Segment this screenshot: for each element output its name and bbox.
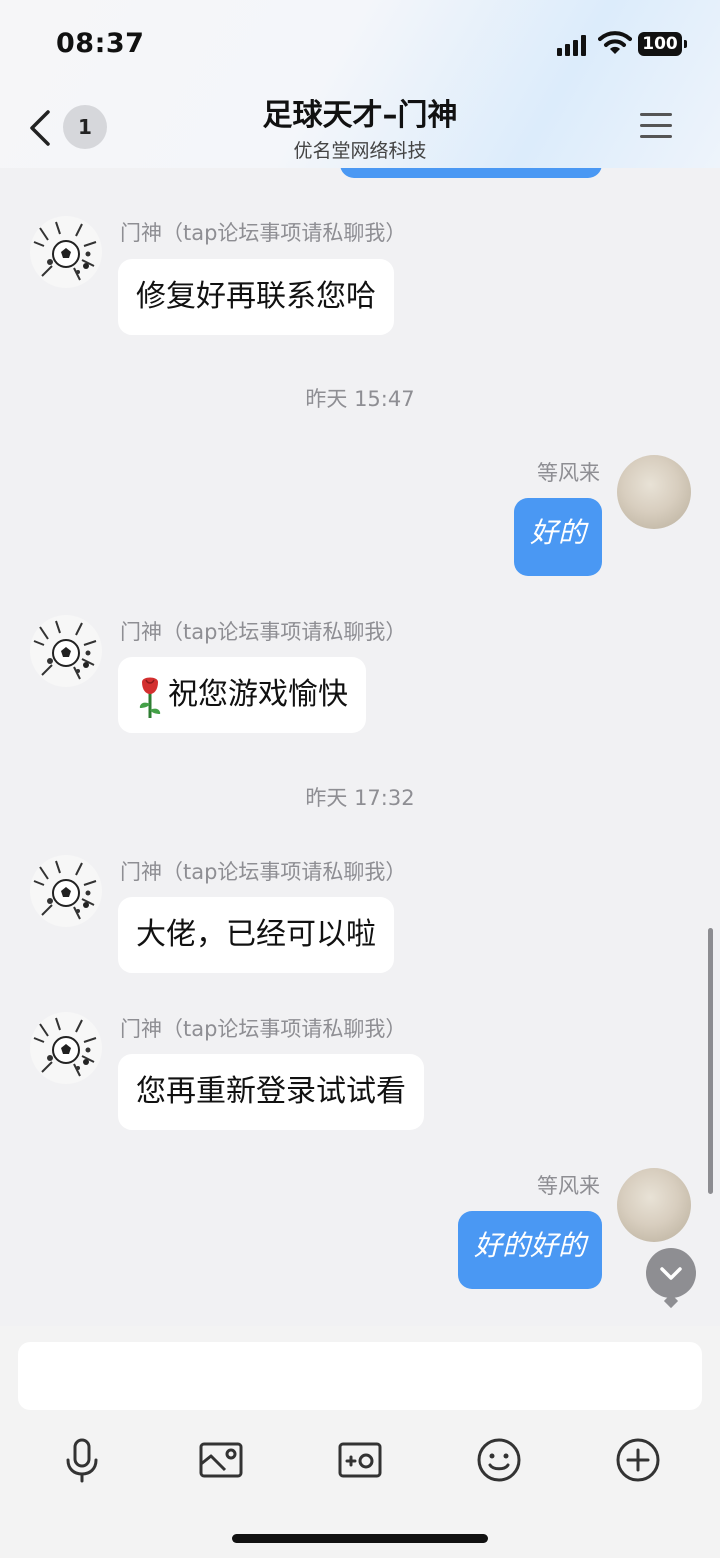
message-bubble[interactable]: 好的好的 <box>457 1211 602 1289</box>
message-bubble[interactable]: 祝您游戏愉快 <box>118 657 366 733</box>
microphone-icon[interactable] <box>58 1436 106 1484</box>
avatar[interactable] <box>617 1168 691 1242</box>
cellular-signal-icon <box>557 34 586 56</box>
sender-name: 门神（tap论坛事项请私聊我） <box>120 860 407 884</box>
soccer-ball-icon <box>33 221 97 281</box>
avatar[interactable] <box>30 216 102 288</box>
soccer-ball-icon <box>33 860 97 920</box>
chevron-down-icon <box>660 1267 682 1280</box>
image-icon[interactable] <box>197 1436 245 1484</box>
camera-icon[interactable] <box>336 1436 384 1484</box>
avatar[interactable] <box>30 1012 102 1084</box>
soccer-ball-icon <box>33 1017 97 1077</box>
scrollbar[interactable] <box>708 928 713 1194</box>
sender-name: 等风来 <box>537 1174 600 1198</box>
rose-icon <box>139 677 161 718</box>
sender-name: 门神（tap论坛事项请私聊我） <box>120 620 407 644</box>
chat-subtitle: 优名堂网络科技 <box>293 140 427 162</box>
plus-icon[interactable] <box>614 1436 662 1484</box>
message-bubble[interactable]: 好的 <box>513 498 602 576</box>
avatar[interactable] <box>617 455 691 529</box>
menu-button[interactable] <box>640 113 672 141</box>
chat-title: 足球天才–门神 <box>262 98 458 133</box>
sender-name: 等风来 <box>537 461 600 485</box>
timestamp: 昨天 17:32 <box>305 786 415 810</box>
timestamp: 昨天 15:47 <box>305 387 415 411</box>
battery-icon: 100 <box>638 32 687 56</box>
avatar[interactable] <box>30 615 102 687</box>
wifi-icon <box>598 31 632 54</box>
message-bubble[interactable]: 您再重新登录试试看 <box>118 1054 424 1130</box>
message-bubble[interactable]: 大佬，已经可以啦 <box>118 897 394 973</box>
status-time: 08:37 <box>56 28 145 59</box>
emoji-icon[interactable] <box>475 1436 523 1484</box>
home-indicator[interactable] <box>232 1534 488 1543</box>
message-text: 祝您游戏愉快 <box>168 677 348 712</box>
avatar[interactable] <box>30 855 102 927</box>
soccer-ball-icon <box>33 620 97 680</box>
scroll-to-bottom-button[interactable] <box>646 1248 696 1298</box>
sender-name: 门神（tap论坛事项请私聊我） <box>120 221 407 245</box>
sender-name: 门神（tap论坛事项请私聊我） <box>120 1017 407 1041</box>
chat-header: 08:37 100 1 足球天才–门神 优名堂网络科技 <box>0 0 720 168</box>
message-input[interactable] <box>18 1342 702 1410</box>
message-bubble[interactable]: 修复好再联系您哈 <box>118 259 394 335</box>
